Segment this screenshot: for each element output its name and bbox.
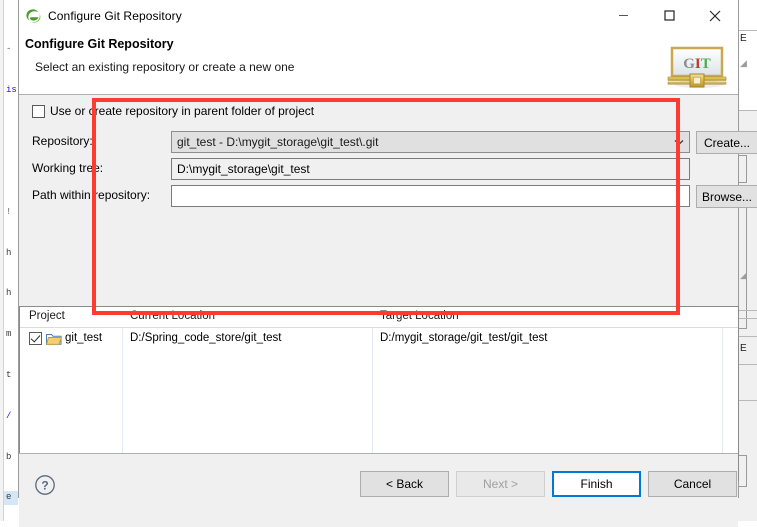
column-header-target-location[interactable]: Target Location — [380, 310, 459, 322]
repository-row: Repository: git_test - D:\mygit_storage\… — [32, 131, 730, 153]
eclipse-icon — [25, 8, 41, 24]
bg-divider — [737, 400, 757, 401]
back-button[interactable]: < Back — [360, 471, 449, 497]
close-button[interactable] — [692, 0, 738, 31]
row-checkbox[interactable] — [29, 332, 42, 345]
column-header-current-location[interactable]: Current Location — [130, 310, 215, 322]
working-tree-label: Working tree: — [32, 161, 103, 175]
page-title: Configure Git Repository — [25, 37, 738, 51]
finish-button[interactable]: Finish — [552, 471, 641, 497]
dialog-title: Configure Git Repository — [48, 9, 182, 23]
help-question-icon[interactable]: ? — [34, 474, 56, 496]
use-parent-folder-checkbox[interactable] — [32, 105, 45, 118]
bg-divider — [737, 310, 757, 311]
dialog-titlebar[interactable]: Configure Git Repository — [19, 0, 738, 31]
bg-divider — [737, 364, 757, 365]
browse-button[interactable]: Browse... — [696, 185, 757, 208]
window-controls — [600, 0, 738, 31]
bg-scroll-arrow-icon: ◢ — [740, 270, 747, 284]
repository-value: git_test - D:\mygit_storage\git_test\.gi… — [177, 135, 378, 149]
background-editor-right-strip: E ◢ ◢ E — [737, 0, 757, 521]
page-subtitle: Select an existing repository or create … — [35, 60, 738, 74]
use-parent-folder-label: Use or create repository in parent folde… — [50, 104, 314, 118]
dialog-body: Use or create repository in parent folde… — [19, 95, 738, 453]
chevron-down-icon[interactable] — [670, 132, 688, 152]
bg-tab-label: E — [740, 32, 747, 46]
background-editor-left-strip: - is ! h h m t / b e / / r ob ns — [0, 0, 18, 521]
configure-git-repository-dialog: Configure Git Repository Configure Git R… — [18, 0, 739, 498]
open-folder-icon — [46, 332, 62, 346]
cell-project: git_test — [65, 332, 102, 344]
bg-panel-white — [737, 0, 757, 58]
table-row[interactable]: git_test D:/Spring_code_store/git_test D… — [20, 328, 738, 351]
next-button: Next > — [456, 471, 545, 497]
repository-label: Repository: — [32, 134, 93, 148]
maximize-button[interactable] — [646, 0, 692, 31]
working-tree-row: Working tree: D:\mygit_storage\git_test — [32, 158, 730, 180]
bg-tab-label: E — [740, 342, 747, 356]
minimize-button[interactable] — [600, 0, 646, 31]
column-header-project[interactable]: Project — [29, 310, 65, 322]
repository-combobox[interactable]: git_test - D:\mygit_storage\git_test\.gi… — [171, 131, 690, 153]
bg-scroll-arrow-icon: ◢ — [740, 58, 747, 72]
svg-text:?: ? — [41, 479, 48, 493]
create-repository-button[interactable]: Create... — [696, 131, 757, 154]
bg-divider — [737, 318, 757, 319]
working-tree-value: D:\mygit_storage\git_test — [177, 162, 310, 176]
path-within-repository-row: Path within repository: Browse... — [32, 185, 730, 207]
dialog-footer: ? < Back Next > Finish Cancel — [19, 453, 738, 527]
svg-text:GIT: GIT — [683, 56, 711, 72]
working-tree-field: D:\mygit_storage\git_test — [171, 158, 690, 180]
path-within-repository-label: Path within repository: — [32, 188, 150, 202]
dialog-header: Configure Git Repository Select an exist… — [19, 31, 738, 95]
bg-divider — [737, 30, 757, 31]
use-parent-folder-checkbox-row[interactable]: Use or create repository in parent folde… — [32, 104, 314, 118]
cancel-button[interactable]: Cancel — [648, 471, 737, 497]
git-banner-icon: GIT — [666, 43, 728, 91]
cell-current-location: D:/Spring_code_store/git_test — [130, 332, 282, 344]
bg-divider — [737, 336, 757, 337]
editor-gutter — [0, 0, 4, 521]
table-header-row: Project Current Location Target Location — [20, 307, 738, 328]
path-within-repository-input[interactable] — [171, 185, 690, 207]
cell-target-location: D:/mygit_storage/git_test/git_test — [380, 332, 547, 344]
